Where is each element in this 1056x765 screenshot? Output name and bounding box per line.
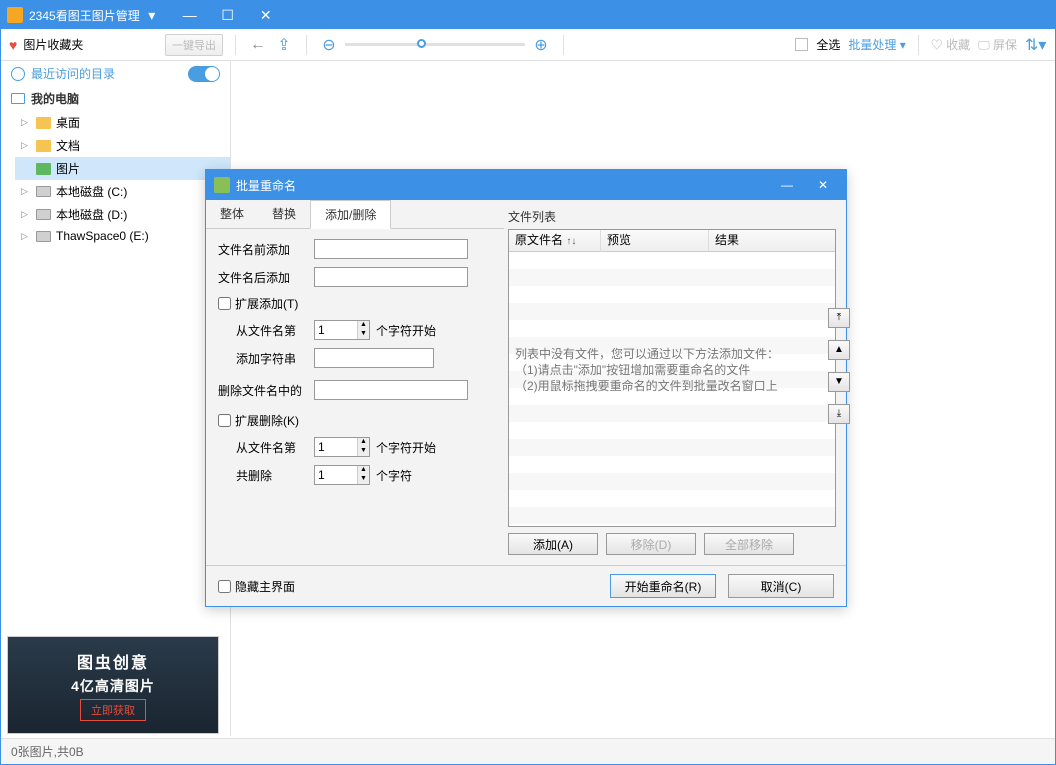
start-rename-button[interactable]: 开始重命名(R) (610, 574, 716, 598)
favorite-button[interactable]: ♡ 收藏 (931, 36, 970, 53)
toolbar: ♥ 图片收藏夹 一键导出 ← ⇪ ⊖ ⊕ 全选 批量处理 ▾ ♡ 收藏 🖵 屏保… (1, 29, 1055, 61)
from-char-label: 从文件名第 (218, 322, 308, 339)
tab-whole[interactable]: 整体 (206, 200, 258, 228)
drive-icon (36, 231, 51, 242)
recent-row[interactable]: 最近访问的目录 (1, 61, 230, 86)
char-start-label: 个字符开始 (376, 322, 436, 339)
move-top-button[interactable]: ⤒ (828, 308, 850, 328)
back-icon[interactable]: ← (248, 36, 268, 54)
dropdown-icon[interactable]: ▾ (140, 5, 164, 25)
cancel-button[interactable]: 取消(C) (728, 574, 834, 598)
dialog-tabs: 整体 替换 添加/删除 (206, 200, 504, 229)
rename-dialog: 批量重命名 — ✕ 整体 替换 添加/删除 文件名前添加 文件名后添加 扩展添加… (205, 169, 847, 607)
select-all-checkbox[interactable] (795, 38, 808, 51)
tab-replace[interactable]: 替换 (258, 200, 310, 228)
add-str-label: 添加字符串 (218, 350, 308, 367)
maximize-button[interactable]: ☐ (216, 5, 240, 25)
add-str-input[interactable] (314, 348, 434, 368)
ad-banner[interactable]: 图虫创意 4亿高清图片 立即获取 (7, 636, 219, 734)
char-start-label2: 个字符开始 (376, 439, 436, 456)
ad-line1: 图虫创意 (77, 649, 149, 673)
close-button[interactable]: ✕ (254, 5, 278, 25)
favorites-label[interactable]: 图片收藏夹 (23, 36, 83, 53)
computer-row[interactable]: 我的电脑 (1, 86, 230, 111)
computer-label: 我的电脑 (31, 90, 79, 107)
folder-icon (36, 140, 51, 152)
suffix-input[interactable] (314, 267, 468, 287)
ext-add-label: 扩展添加(T) (235, 295, 298, 312)
from-char-spinner2[interactable]: ▲▼ (314, 437, 370, 457)
file-list: 原文件名 ↑↓ 预览 结果 列表中没有文件，您可以通过以下方法添加文件： （1)… (508, 229, 836, 527)
dialog-title: 批量重命名 (236, 177, 296, 194)
chars-label: 个字符 (376, 467, 412, 484)
remove-all-button[interactable]: 全部移除 (704, 533, 794, 555)
computer-icon (11, 93, 25, 104)
remove-button[interactable]: 移除(D) (606, 533, 696, 555)
move-down-button[interactable]: ▼ (828, 372, 850, 392)
dialog-minimize[interactable]: — (772, 174, 802, 196)
picture-icon (36, 163, 51, 175)
tree-pictures[interactable]: 图片 (15, 157, 230, 180)
move-up-button[interactable]: ▲ (828, 340, 850, 360)
prefix-input[interactable] (314, 239, 468, 259)
del-label: 删除文件名中的 (218, 382, 308, 399)
recent-label: 最近访问的目录 (31, 65, 115, 82)
export-button[interactable]: 一键导出 (165, 34, 223, 56)
ad-cta[interactable]: 立即获取 (80, 699, 146, 721)
minimize-button[interactable]: — (178, 5, 202, 25)
status-bar: 0张图片,共0B (1, 738, 1055, 764)
app-icon (7, 7, 23, 23)
select-all-label[interactable]: 全选 (816, 36, 840, 53)
tab-add-delete[interactable]: 添加/删除 (310, 200, 391, 229)
zoom-out-icon[interactable]: ⊖ (319, 35, 339, 55)
dialog-titlebar: 批量重命名 — ✕ (206, 170, 846, 200)
tree-documents[interactable]: ▷文档 (15, 134, 230, 157)
zoom-in-icon[interactable]: ⊕ (531, 35, 551, 55)
file-list-label: 文件列表 (508, 208, 836, 225)
ext-add-checkbox[interactable] (218, 297, 231, 310)
sidebar: 最近访问的目录 我的电脑 ▷桌面 ▷文档 图片 ▷本地磁盘 (C:) ▷本地磁盘… (1, 61, 231, 736)
prefix-label: 文件名前添加 (218, 241, 308, 258)
folder-icon (36, 117, 51, 129)
batch-dropdown[interactable]: 批量处理 ▾ (848, 36, 905, 53)
ext-del-label: 扩展删除(K) (235, 412, 299, 429)
titlebar: 2345看图王图片管理 ▾ — ☐ ✕ (1, 1, 1055, 29)
up-folder-icon[interactable]: ⇪ (274, 35, 294, 55)
tree-drive-d[interactable]: ▷本地磁盘 (D:) (15, 203, 230, 226)
col-result[interactable]: 结果 (709, 230, 835, 251)
zoom-slider[interactable] (345, 43, 525, 46)
empty-message: 列表中没有文件，您可以通过以下方法添加文件： （1)请点击"添加"按钮增加需要重… (515, 346, 829, 394)
dialog-icon (214, 177, 230, 193)
tree-drive-e[interactable]: ▷ThawSpace0 (E:) (15, 226, 230, 246)
move-bottom-button[interactable]: ⤓ (828, 404, 850, 424)
total-del-label: 共删除 (218, 467, 308, 484)
del-input[interactable] (314, 380, 468, 400)
recent-toggle[interactable] (188, 66, 220, 82)
hide-main-checkbox[interactable] (218, 580, 231, 593)
from-char-spinner[interactable]: ▲▼ (314, 320, 370, 340)
add-button[interactable]: 添加(A) (508, 533, 598, 555)
col-original[interactable]: 原文件名 ↑↓ (509, 230, 601, 252)
app-title: 2345看图王图片管理 (29, 7, 140, 24)
drive-icon (36, 209, 51, 220)
ad-line2: 4亿高清图片 (71, 676, 155, 696)
tree-desktop[interactable]: ▷桌面 (15, 111, 230, 134)
screensaver-button[interactable]: 🖵 屏保 (978, 36, 1017, 53)
ext-del-checkbox[interactable] (218, 414, 231, 427)
heart-icon: ♥ (9, 37, 17, 53)
from-char-label2: 从文件名第 (218, 439, 308, 456)
col-preview[interactable]: 预览 (601, 230, 709, 251)
suffix-label: 文件名后添加 (218, 269, 308, 286)
hide-main-label: 隐藏主界面 (235, 578, 295, 595)
dialog-close[interactable]: ✕ (808, 174, 838, 196)
total-del-spinner[interactable]: ▲▼ (314, 465, 370, 485)
clock-icon (11, 67, 25, 81)
tree-drive-c[interactable]: ▷本地磁盘 (C:) (15, 180, 230, 203)
drive-icon (36, 186, 51, 197)
sort-icon[interactable]: ⇅▾ (1025, 35, 1045, 55)
